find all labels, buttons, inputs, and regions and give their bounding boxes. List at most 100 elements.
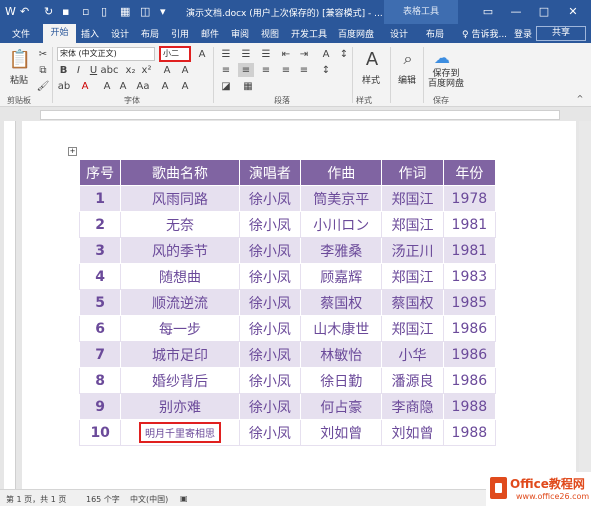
cell-song[interactable]: 城市足印: [120, 341, 240, 368]
cell-year[interactable]: 1985: [442, 289, 497, 316]
page-count[interactable]: 第 1 页，共 1 页: [6, 494, 66, 505]
cell-index[interactable]: 3: [78, 237, 122, 264]
cell-lyricist[interactable]: 刘如曾: [381, 419, 444, 446]
cell-index[interactable]: 1: [78, 185, 122, 212]
tab-design[interactable]: 设计: [111, 27, 129, 40]
format-painter-icon[interactable]: 🖌: [36, 79, 50, 93]
increase-indent-icon[interactable]: ⇥: [296, 47, 312, 61]
paste-icon[interactable]: 📋: [8, 47, 32, 71]
align-center-icon[interactable]: ≡: [238, 63, 254, 77]
justify-icon[interactable]: ≡: [278, 63, 294, 77]
clear-format-icon[interactable]: A: [178, 63, 192, 77]
cell-year[interactable]: 1981: [442, 237, 497, 264]
cell-composer[interactable]: 李雅桑: [300, 237, 383, 264]
cell-index[interactable]: 7: [78, 341, 122, 368]
cell-singer[interactable]: 徐小凤: [238, 367, 302, 394]
char-shading-icon[interactable]: A: [158, 79, 172, 93]
cell-singer[interactable]: 徐小凤: [238, 289, 302, 316]
language-indicator[interactable]: 中文(中国): [130, 494, 168, 505]
baidu-cloud-icon[interactable]: ☁: [430, 47, 454, 67]
cell-singer[interactable]: 徐小凤: [238, 211, 302, 238]
cell-year[interactable]: 1988: [442, 393, 497, 420]
cell-composer[interactable]: 顾嘉辉: [300, 263, 383, 290]
macro-icon[interactable]: ▣: [180, 494, 188, 503]
ribbon-options-icon[interactable]: ▭: [478, 3, 498, 21]
collapse-ribbon-icon[interactable]: ^: [574, 93, 586, 103]
cell-lyricist[interactable]: 郑国江: [381, 211, 444, 238]
cell-lyricist[interactable]: 潘源良: [381, 367, 444, 394]
tab-mailings[interactable]: 邮件: [201, 27, 219, 40]
styles-icon[interactable]: A: [360, 47, 384, 71]
cell-composer[interactable]: 何占豪: [300, 393, 383, 420]
cell-index[interactable]: 9: [78, 393, 122, 420]
subscript-icon[interactable]: x₂: [124, 63, 137, 77]
cell-song[interactable]: 别亦难: [120, 393, 240, 420]
cell-index[interactable]: 10: [78, 419, 122, 446]
cell-lyricist[interactable]: 郑国江: [381, 263, 444, 290]
doc-icon[interactable]: ▯: [101, 5, 107, 18]
redo-icon[interactable]: ↻: [44, 5, 53, 18]
cell-song[interactable]: 无奈: [120, 211, 240, 238]
cell-year[interactable]: 1986: [442, 315, 497, 342]
tab-home[interactable]: 开始: [43, 24, 76, 43]
underline-icon[interactable]: U: [87, 63, 100, 77]
cell-song[interactable]: 风的季节: [120, 237, 240, 264]
minimize-button[interactable]: —: [506, 3, 526, 21]
line-spacing-icon[interactable]: ↕: [318, 63, 334, 77]
cell-lyricist[interactable]: 郑国江: [381, 315, 444, 342]
bold-icon[interactable]: B: [57, 63, 70, 77]
share-button[interactable]: 共享: [536, 26, 586, 41]
cell-singer[interactable]: 徐小凤: [238, 419, 302, 446]
search-icon[interactable]: ⌕: [396, 47, 420, 71]
cell-index[interactable]: 5: [78, 289, 122, 316]
cell-year[interactable]: 1981: [442, 211, 497, 238]
tab-layout[interactable]: 布局: [141, 27, 159, 40]
cell-year[interactable]: 1988: [442, 419, 497, 446]
vertical-ruler[interactable]: [4, 121, 16, 489]
table-icon[interactable]: ▦: [120, 5, 130, 18]
cell-year[interactable]: 1978: [442, 185, 497, 212]
maximize-button[interactable]: □: [534, 3, 554, 21]
align-right-icon[interactable]: ≡: [258, 63, 274, 77]
customize-icon[interactable]: ▾: [160, 5, 166, 18]
tab-review[interactable]: 审阅: [231, 27, 249, 40]
cell-song[interactable]: 婚纱背后: [120, 367, 240, 394]
save-icon[interactable]: ▪: [62, 5, 69, 18]
edit-label[interactable]: 编辑: [398, 73, 416, 86]
cell-singer[interactable]: 徐小凤: [238, 393, 302, 420]
align-left-icon[interactable]: ≡: [218, 63, 234, 77]
cell-lyricist[interactable]: 汤正川: [381, 237, 444, 264]
font-color-icon[interactable]: A: [78, 79, 92, 93]
cell-song[interactable]: 明月千里寄相思: [120, 419, 240, 446]
cell-song[interactable]: 风雨同路: [120, 185, 240, 212]
distributed-icon[interactable]: ≡: [296, 63, 312, 77]
open-icon[interactable]: ▫: [82, 5, 89, 18]
cell-composer[interactable]: 筒美京平: [300, 185, 383, 212]
vertical-scrollbar[interactable]: [579, 121, 591, 489]
cell-composer[interactable]: 徐日勤: [300, 367, 383, 394]
phonetic-guide-icon[interactable]: A: [195, 47, 209, 61]
borders-icon[interactable]: ▦: [240, 79, 256, 93]
cell-year[interactable]: 1983: [442, 263, 497, 290]
tab-table-design[interactable]: 设计: [390, 27, 408, 40]
tab-references[interactable]: 引用: [171, 27, 189, 40]
char-border-icon[interactable]: A: [178, 79, 192, 93]
change-case-icon[interactable]: Aa: [136, 79, 150, 93]
font-size-select[interactable]: 小二: [159, 46, 191, 62]
horizontal-ruler[interactable]: [40, 110, 560, 120]
cell-index[interactable]: 8: [78, 367, 122, 394]
tab-table-layout[interactable]: 布局: [426, 27, 444, 40]
undo-icon[interactable]: ↶: [20, 5, 29, 18]
shading-icon[interactable]: ◪: [218, 79, 234, 93]
login-link[interactable]: 登录: [514, 27, 532, 40]
cell-composer[interactable]: 小川ロン: [300, 211, 383, 238]
cell-composer[interactable]: 山木康世: [300, 315, 383, 342]
cell-index[interactable]: 2: [78, 211, 122, 238]
cell-song[interactable]: 随想曲: [120, 263, 240, 290]
close-button[interactable]: ✕: [563, 3, 583, 21]
font-name-select[interactable]: 宋体 (中文正文): [57, 47, 155, 61]
italic-icon[interactable]: I: [72, 63, 85, 77]
cell-song[interactable]: 每一步: [120, 315, 240, 342]
cell-composer[interactable]: 蔡国权: [300, 289, 383, 316]
shrink-font-icon[interactable]: A: [100, 79, 114, 93]
